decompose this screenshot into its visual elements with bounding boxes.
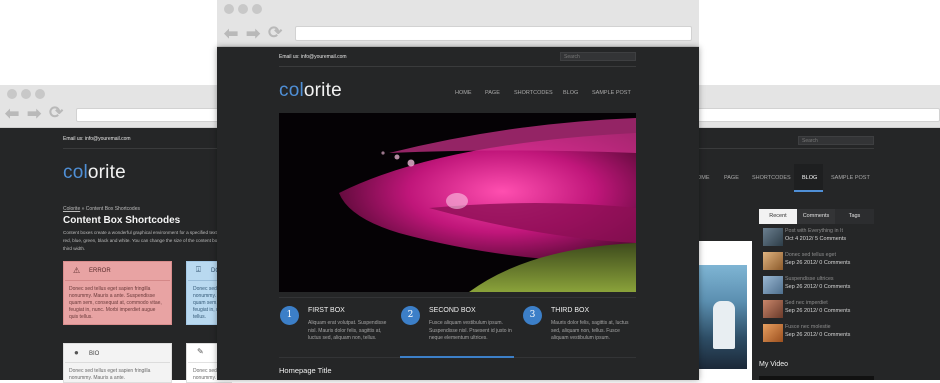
- post-title[interactable]: Donec sed tellus eget: [785, 252, 836, 258]
- right-page: Search OME PAGE SHORTCODES BLOG SAMPLE P…: [690, 128, 940, 380]
- center-page: Email us: info@youremail.com Search colo…: [217, 47, 699, 380]
- bio-content-box: ● BIO Donec sed tellus eget sapien fring…: [63, 343, 172, 383]
- left-page: Email us: info@youremail.com colorite Co…: [0, 128, 232, 383]
- search-input[interactable]: Search: [560, 52, 636, 61]
- post-title[interactable]: Post with Everything in It: [785, 228, 843, 234]
- error-content-box: ⚠ ERROR Donec sed tellus eget sapien fri…: [63, 261, 172, 325]
- nav-page[interactable]: PAGE: [485, 90, 500, 96]
- reload-icon[interactable]: ⟳: [49, 104, 63, 121]
- back-arrow-icon[interactable]: ⬅: [5, 105, 19, 122]
- bio-box-title: BIO: [89, 351, 100, 357]
- window-control-dot[interactable]: [35, 89, 45, 99]
- email-text: Email us: info@youremail.com: [279, 54, 347, 60]
- person-figure: [713, 301, 735, 349]
- header-rule: [279, 66, 636, 67]
- feature-number-badge: 1: [280, 306, 299, 325]
- tab-tags[interactable]: Tags: [835, 209, 874, 224]
- forward-arrow-icon[interactable]: ➡: [27, 105, 41, 122]
- error-box-title: ERROR: [89, 268, 111, 274]
- nav-shortcodes[interactable]: SHORTCODES: [514, 90, 553, 96]
- page-title: Content Box Shortcodes: [63, 215, 181, 226]
- feature-box-title: THIRD BOX: [551, 307, 590, 314]
- email-text: Email us: info@youremail.com: [63, 136, 131, 142]
- nav-home[interactable]: HOME: [455, 90, 472, 96]
- active-section-indicator: [400, 356, 514, 358]
- tab-recent[interactable]: Recent: [759, 209, 797, 224]
- person-icon: ●: [74, 348, 79, 357]
- header-rule: [690, 148, 874, 149]
- reload-icon[interactable]: ⟳: [268, 24, 282, 41]
- bio-box-divider: [65, 362, 170, 363]
- feature-number-badge: 2: [401, 306, 420, 325]
- breadcrumb-home-link[interactable]: Colorite: [63, 206, 80, 212]
- header-rule: [63, 148, 232, 149]
- nav-page[interactable]: PAGE: [724, 175, 739, 181]
- post-meta: Sep 26 2012/ 0 Comments: [785, 308, 851, 314]
- section-rule: [279, 297, 636, 298]
- feature-box-title: FIRST BOX: [308, 307, 345, 314]
- error-box-text: Donec sed tellus eget sapien fringilla n…: [69, 286, 162, 320]
- post-meta: Oct 4 2012/ 5 Comments: [785, 236, 847, 242]
- hero-slider-image[interactable]: [279, 113, 636, 292]
- warning-icon: ⚠: [73, 266, 81, 275]
- post-title[interactable]: Sed nec imperdiet: [785, 300, 828, 306]
- flower-photo: [279, 113, 636, 292]
- feature-number-badge: 3: [523, 306, 542, 325]
- nav-blog[interactable]: BLOG: [563, 90, 578, 96]
- post-meta: Sep 26 2012/ 0 Comments: [785, 332, 851, 338]
- post-thumbnail: [763, 252, 783, 270]
- post-title[interactable]: Fusce nec molestie: [785, 324, 831, 330]
- window-control-dot[interactable]: [7, 89, 17, 99]
- post-thumbnail: [763, 300, 783, 318]
- paperclip-icon: ✎: [197, 347, 204, 356]
- search-input[interactable]: Search: [798, 136, 874, 145]
- forward-arrow-icon[interactable]: ➡: [246, 25, 260, 42]
- post-meta: Sep 26 2012/ 0 Comments: [785, 260, 851, 266]
- video-player[interactable]: [759, 376, 874, 380]
- feature-box-text: Mauris dolor felis, sagittis at, luctus …: [551, 320, 629, 341]
- intro-text: Content boxes create a wonderful graphic…: [63, 230, 218, 251]
- feature-box-text: Fusce aliquam vestibulum ipsum. Suspendi…: [429, 320, 512, 341]
- error-box-divider: [65, 280, 170, 281]
- post-meta: Sep 26 2012/ 0 Comments: [785, 284, 851, 290]
- homepage-title: Homepage Title: [279, 366, 332, 375]
- back-arrow-icon[interactable]: ⬅: [224, 25, 238, 42]
- breadcrumb: Colorite » Content Box Shortcodes: [63, 206, 140, 212]
- post-thumbnail: [763, 324, 783, 342]
- post-image: [695, 241, 752, 380]
- feature-box-title: SECOND BOX: [429, 307, 476, 314]
- download-icon: ⍗: [196, 265, 201, 274]
- my-video-heading: My Video: [759, 361, 789, 368]
- feature-box-text: Aliquam erat volutpat. Suspendisse nisl.…: [308, 320, 387, 341]
- tab-comments[interactable]: Comments: [797, 209, 835, 224]
- site-logo[interactable]: colorite: [279, 80, 342, 102]
- window-control-dot[interactable]: [21, 89, 31, 99]
- post-thumbnail: [763, 276, 783, 294]
- nav-sample-post[interactable]: SAMPLE POST: [831, 175, 870, 181]
- center-browser-toolbar: ⬅ ➡ ⟳: [217, 0, 699, 47]
- post-title[interactable]: Suspendisse ultrices: [785, 276, 834, 282]
- nav-blog[interactable]: BLOG: [802, 175, 817, 181]
- address-bar[interactable]: [295, 26, 692, 41]
- nav-sample-post[interactable]: SAMPLE POST: [592, 90, 631, 96]
- window-control-dot[interactable]: [238, 4, 248, 14]
- window-control-dot[interactable]: [252, 4, 262, 14]
- site-logo[interactable]: colorite: [63, 162, 126, 184]
- post-thumbnail: [763, 228, 783, 246]
- window-control-dot[interactable]: [224, 4, 234, 14]
- nav-shortcodes[interactable]: SHORTCODES: [752, 175, 791, 181]
